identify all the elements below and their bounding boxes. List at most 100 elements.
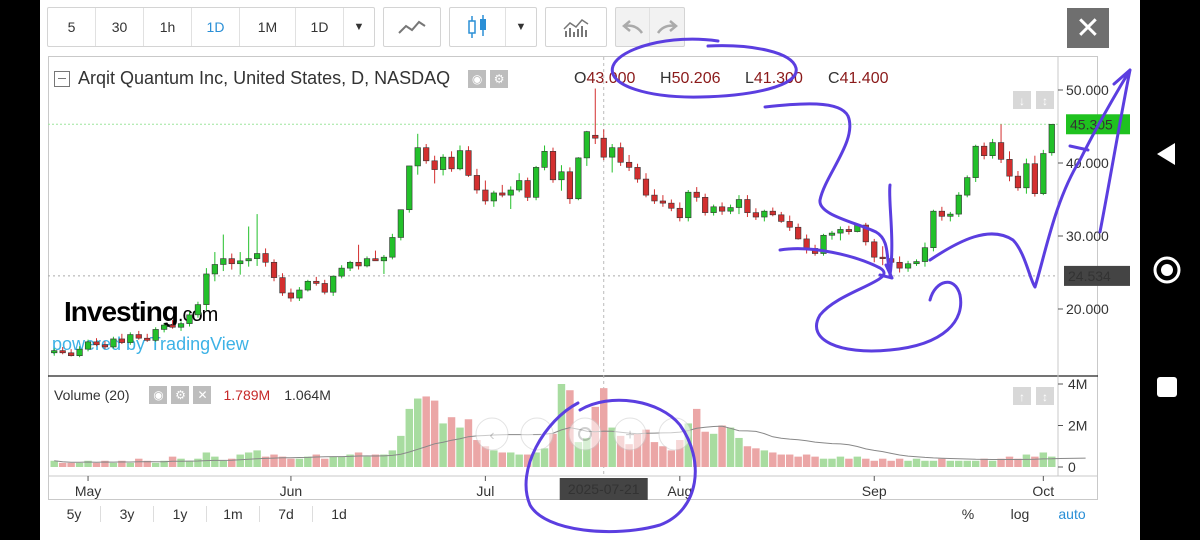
candle-body — [321, 283, 328, 293]
range-1y[interactable]: 1y — [154, 506, 207, 522]
candle-body — [270, 261, 278, 278]
reset-zoom-button[interactable] — [568, 417, 602, 451]
candle-body — [541, 151, 548, 168]
crosshair-date-label: 2025-07-21 — [568, 481, 640, 497]
range-5y[interactable]: 5y — [48, 506, 101, 522]
candle-body — [668, 202, 675, 209]
candle-body — [735, 199, 743, 208]
candle-body — [499, 192, 506, 196]
volume-bar — [295, 458, 304, 467]
candle-body — [423, 147, 430, 162]
back-nav-icon[interactable] — [1157, 143, 1175, 165]
arrow-up-icon: ↑ — [1019, 390, 1025, 404]
candle-body — [964, 177, 971, 196]
volume-bar — [405, 408, 414, 467]
volume-bar — [828, 458, 836, 467]
volume-bar — [329, 456, 337, 467]
candle-body — [118, 338, 125, 343]
plus-icon: + — [625, 427, 634, 444]
candle-body — [245, 258, 252, 262]
volume-bar — [236, 454, 244, 467]
range-3y[interactable]: 3y — [101, 506, 154, 522]
volume-bar — [185, 460, 194, 467]
volume-bar — [312, 454, 321, 467]
candle-body — [879, 256, 886, 259]
chevron-left-icon: ‹ — [489, 427, 494, 444]
candle-body — [389, 237, 396, 258]
candle-body — [228, 258, 235, 265]
time-tick-label: Sep — [862, 483, 887, 499]
volume-bar — [540, 448, 549, 467]
candle-body — [304, 280, 311, 291]
volume-bar — [464, 419, 473, 467]
candle-body — [727, 207, 734, 212]
volume-bar — [202, 452, 211, 467]
candle-body — [871, 241, 878, 258]
volume-bar — [304, 456, 312, 467]
volume-bar — [50, 460, 58, 467]
range-1m[interactable]: 1m — [207, 506, 260, 522]
candle-body — [296, 289, 303, 299]
candles — [51, 88, 1055, 358]
range-7d[interactable]: 7d — [260, 506, 313, 522]
candle-body — [651, 194, 658, 202]
auto-scale-toggle[interactable]: auto — [1046, 506, 1098, 522]
candle-body — [693, 191, 700, 198]
time-tick-label: Jun — [280, 483, 303, 499]
candle-body — [254, 253, 261, 259]
scale-options: % log auto — [942, 506, 1098, 522]
volume-bar — [58, 462, 67, 467]
volume-bar — [557, 384, 566, 467]
candle-body — [68, 352, 75, 357]
candle-body — [186, 314, 193, 324]
candle-body — [330, 275, 337, 293]
volume-bar — [752, 448, 760, 467]
price-tick-label: 40.000 — [1066, 155, 1109, 171]
annotation-circle-ohlc — [610, 37, 798, 99]
time-tick-label: May — [75, 483, 101, 499]
log-scale-toggle[interactable]: log — [994, 506, 1046, 522]
candle-body — [575, 157, 582, 200]
candle-body — [837, 229, 844, 234]
candle-body — [507, 189, 514, 196]
candlestick-chart[interactable]: 50.000 40.000 30.000 20.000 4M 2M 0 45.305 24.53… — [40, 0, 1140, 540]
recents-nav-icon[interactable] — [1157, 377, 1177, 397]
range-1d[interactable]: 1d — [313, 506, 365, 522]
candle-body — [718, 206, 726, 212]
volume-bar — [337, 456, 346, 467]
candle-body — [287, 292, 295, 299]
candle-body — [947, 213, 954, 217]
volume-bar — [422, 396, 430, 467]
candle-body — [456, 150, 464, 170]
percent-scale-toggle[interactable]: % — [942, 506, 994, 522]
volume-bar — [75, 462, 84, 467]
volume-bar — [667, 450, 676, 467]
volume-bar — [743, 446, 752, 467]
last-price-label: 45.305 — [1070, 116, 1113, 132]
candle-body — [127, 334, 134, 343]
candle-body — [1040, 153, 1047, 194]
candle-body — [803, 238, 810, 249]
candle-body — [744, 199, 751, 213]
candle-body — [237, 260, 244, 265]
price-tick-label: 30.000 — [1066, 228, 1109, 244]
volume-bar — [321, 458, 329, 467]
volume-bar — [904, 460, 912, 467]
candle-body — [406, 165, 413, 211]
candle-body — [1023, 163, 1030, 189]
volume-bar — [955, 460, 963, 467]
volume-bar — [785, 454, 794, 467]
candle-body — [981, 145, 988, 157]
volume-bar — [853, 456, 862, 467]
candle-body — [533, 167, 540, 198]
volume-bar — [67, 462, 75, 467]
volume-bar — [735, 437, 743, 467]
volume-bar — [971, 460, 980, 467]
candle-body — [997, 142, 1005, 160]
chart-frame: 5 30 1h 1D 1M 1D ▼ ▼ ✕ Arqit Quantum Inc… — [40, 0, 1140, 540]
candle-body — [566, 171, 573, 200]
candle-body — [583, 131, 590, 159]
candle-body — [135, 334, 142, 339]
candle-body — [431, 160, 438, 170]
time-tick-label: Aug — [667, 483, 692, 499]
